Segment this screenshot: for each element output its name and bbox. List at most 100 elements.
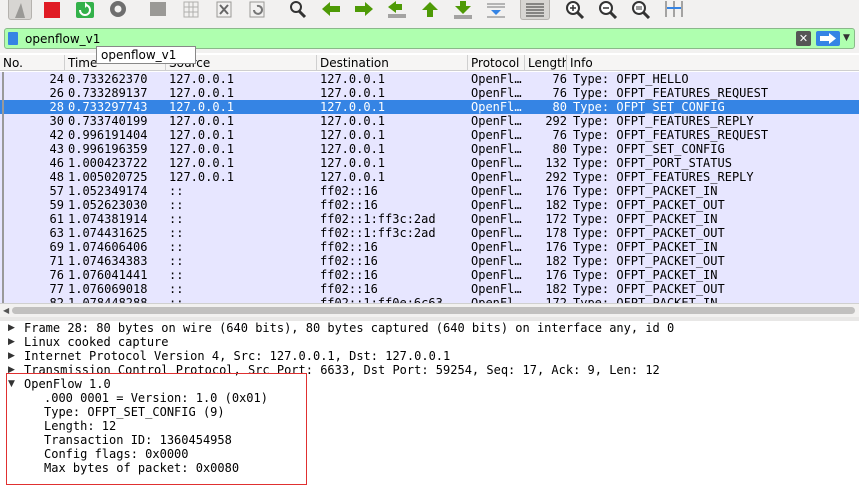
packet-cell-dst: 127.0.0.1 [320,156,386,170]
packet-cell-len: 182 [545,254,567,268]
zoom-in-icon[interactable] [563,0,587,20]
packet-cell-time: 0.733262370 [68,72,148,86]
packet-cell-time: 0.996191404 [68,128,148,142]
packet-cell-src: :: [169,226,184,240]
packet-cell-dst: ff02::16 [320,254,378,268]
packet-row[interactable]: 63 1.074431625:: ff02::1:ff3c:2ad OpenFl… 17… [0,226,859,240]
restart-capture-icon[interactable] [73,0,97,20]
packet-cell-time: 1.074634383 [68,254,148,268]
auto-scroll-icon[interactable] [484,0,508,20]
packet-cell-info: Type: OFPT_PACKET_OUT [573,254,725,268]
bookmark-icon[interactable] [8,32,18,45]
packet-cell-proto: OpenFl… [471,198,522,212]
packet-cell-src: 127.0.0.1 [169,114,235,128]
zoom-out-icon[interactable] [596,0,620,20]
packet-cell-proto: OpenFl… [471,86,522,100]
apply-filter-icon[interactable] [816,31,840,46]
go-last-icon[interactable] [451,0,475,20]
packet-cell-info: Type: OFPT_PACKET_IN [573,296,718,303]
packet-cell-proto: OpenFl… [471,156,522,170]
packet-cell-no: 71 [49,254,64,268]
column-header-info[interactable]: Info [567,55,859,71]
packet-row[interactable]: 61 1.074381914:: ff02::1:ff3c:2ad OpenFl… 17… [0,212,859,226]
packet-cell-dst: 127.0.0.1 [320,170,386,184]
packet-row[interactable]: 82 1.078448288:: ff02::1:ff0e:6c63 OpenFl… 1… [0,296,859,303]
go-first-icon[interactable] [418,0,442,20]
packet-cell-dst: ff02::16 [320,282,378,296]
packet-cell-src: :: [169,268,184,282]
detail-text: Internet Protocol Version 4, Src: 127.0.… [24,349,451,363]
packet-cell-src: 127.0.0.1 [169,170,235,184]
packet-cell-dst: ff02::16 [320,240,378,254]
horizontal-scrollbar[interactable]: ◀ [0,303,859,317]
packet-row[interactable]: 26 0.733289137 127.0.0.1 127.0.0.1 OpenFl… 76… [0,86,859,100]
packet-cell-src: 127.0.0.1 [169,128,235,142]
go-back-icon[interactable] [319,0,343,20]
resize-columns-icon[interactable] [662,0,686,20]
packet-cell-src: 127.0.0.1 [169,156,235,170]
packet-row[interactable]: 77 1.076069018:: ff02::16 OpenFl… 182 Type: O… [0,282,859,296]
packet-row[interactable]: 76 1.076041441:: ff02::16 OpenFl… 176 Type: O… [0,268,859,282]
packet-row[interactable]: 69 1.074606406:: ff02::16 OpenFl… 176 Type: O… [0,240,859,254]
column-header-length[interactable]: Length [525,55,567,71]
packet-row[interactable]: 48 1.005020725 127.0.0.1 127.0.0.1 OpenFl… 29… [0,170,859,184]
main-toolbar [0,0,859,24]
packet-cell-no: 69 [49,240,64,254]
packet-cell-time: 1.074381914 [68,212,148,226]
packet-cell-no: 63 [49,226,64,240]
collapsed-arrow-icon[interactable]: ▶ [8,349,16,363]
packet-cell-no: 24 [49,72,64,86]
packet-cell-src: :: [169,198,184,212]
chevron-down-icon[interactable]: ▼ [843,33,853,43]
column-header-destination[interactable]: Destination [317,55,468,71]
scrollbar-thumb[interactable] [12,307,855,314]
packet-cell-time: 1.076069018 [68,282,148,296]
filter-autocomplete-suggestion[interactable]: openflow_v1 [96,46,196,64]
packet-cell-dst: ff02::16 [320,268,378,282]
packet-cell-src: :: [169,212,184,226]
packet-cell-time: 1.052349174 [68,184,148,198]
reload-file-icon[interactable] [245,0,269,20]
packet-row[interactable]: 46 1.000423722 127.0.0.1 127.0.0.1 OpenFl… 13… [0,156,859,170]
packet-cell-info: Type: OFPT_FEATURES_REPLY [573,114,754,128]
save-file-icon[interactable] [179,0,203,20]
packet-cell-len: 182 [545,282,567,296]
capture-options-icon[interactable] [106,0,130,20]
packet-cell-time: 1.076041441 [68,268,148,282]
shark-fin-icon[interactable] [8,0,32,20]
related-packet-indicator [2,72,4,303]
colorize-icon[interactable] [520,0,550,20]
display-filter-input[interactable] [25,30,785,47]
stop-capture-icon[interactable] [40,0,64,20]
close-file-icon[interactable] [212,0,236,20]
packet-cell-time: 1.052623030 [68,198,148,212]
scroll-left-icon[interactable]: ◀ [3,306,9,315]
packet-row[interactable]: 71 1.074634383:: ff02::16 OpenFl… 182 Type: O… [0,254,859,268]
clear-filter-icon[interactable]: ✕ [796,31,811,46]
packet-cell-info: Type: OFPT_PACKET_OUT [573,198,725,212]
packet-row[interactable]: 57 1.052349174:: ff02::16 OpenFl… 176 Type: O… [0,184,859,198]
packet-cell-proto: OpenFl… [471,128,522,142]
packet-row[interactable]: 43 0.996196359 127.0.0.1 127.0.0.1 OpenFl… 80… [0,142,859,156]
packet-row[interactable]: 42 0.996191404 127.0.0.1 127.0.0.1 OpenFl… 76… [0,128,859,142]
collapsed-arrow-icon[interactable]: ▶ [8,335,16,349]
packet-row[interactable]: 59 1.052623030:: ff02::16 OpenFl… 182 Type: O… [0,198,859,212]
packet-cell-no: 42 [49,128,64,142]
packet-cell-time: 0.733297743 [68,100,148,114]
zoom-normal-icon[interactable] [629,0,653,20]
packet-cell-no: 28 [49,100,64,114]
packet-cell-len: 176 [545,240,567,254]
collapsed-arrow-icon[interactable]: ▶ [8,321,16,335]
packet-row[interactable]: 28 0.733297743 127.0.0.1 127.0.0.1 OpenFl… 80… [0,100,859,114]
packet-cell-info: Type: OFPT_PACKET_IN [573,268,718,282]
packet-cell-src: 127.0.0.1 [169,142,235,156]
packet-row[interactable]: 24 0.733262370 127.0.0.1 127.0.0.1 OpenFl… 76… [0,72,859,86]
column-header-protocol[interactable]: Protocol [468,55,525,71]
packet-cell-no: 26 [49,86,64,100]
open-file-icon[interactable] [146,0,170,20]
packet-row[interactable]: 30 0.733740199 127.0.0.1 127.0.0.1 OpenFl… 29… [0,114,859,128]
go-forward-icon[interactable] [352,0,376,20]
go-to-packet-icon[interactable] [385,0,409,20]
column-header-no[interactable]: No. [0,55,65,71]
find-packet-icon[interactable] [286,0,310,20]
